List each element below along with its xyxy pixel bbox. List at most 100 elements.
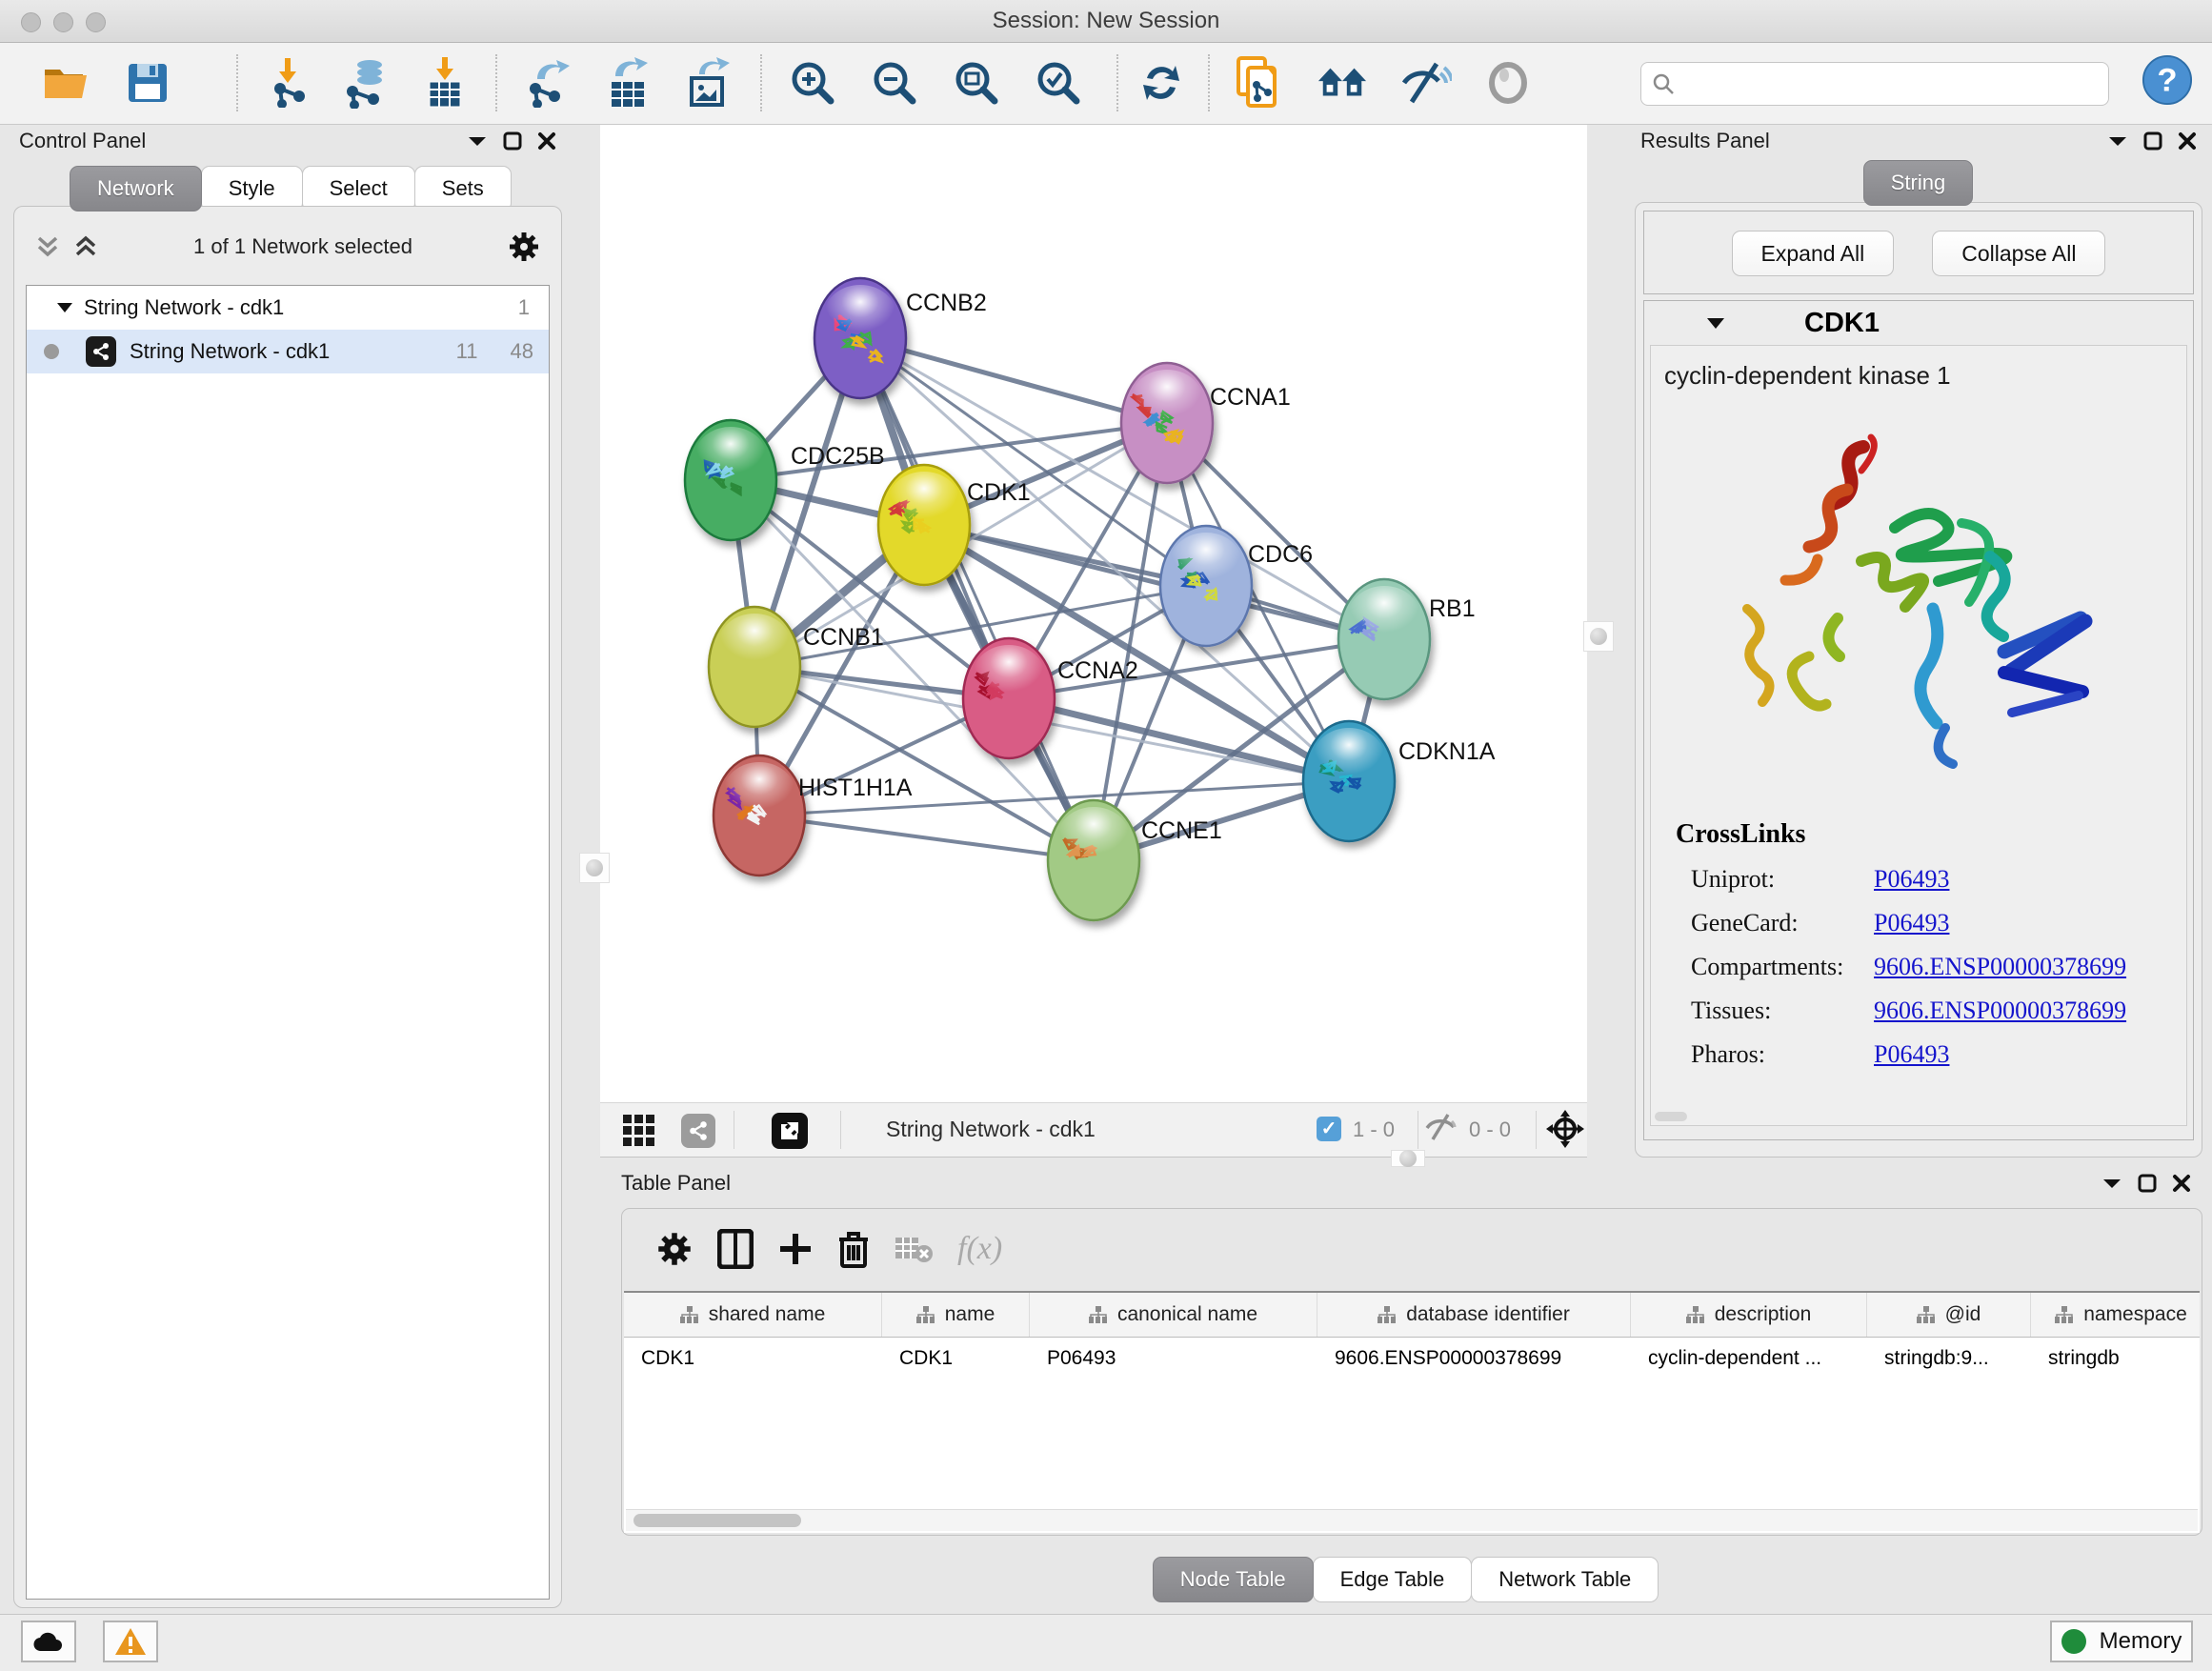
collapse-all-icon[interactable] xyxy=(35,234,60,259)
left-splitter-handle[interactable] xyxy=(579,853,610,883)
add-column-icon[interactable] xyxy=(778,1232,813,1266)
node-CCNB1[interactable] xyxy=(709,607,800,727)
table-cell[interactable]: CDK1 xyxy=(624,1338,882,1379)
tab-network[interactable]: Network xyxy=(70,166,202,211)
table-hscrollbar[interactable] xyxy=(626,1509,2198,1531)
close-panel-icon[interactable] xyxy=(2178,131,2197,151)
zoom-out-icon[interactable] xyxy=(869,57,920,109)
edge-CDK1-RB1[interactable] xyxy=(924,525,1384,639)
results-scrollbar-thumb[interactable] xyxy=(1655,1112,1687,1121)
column-header-description[interactable]: description xyxy=(1631,1293,1867,1337)
search-input[interactable] xyxy=(1676,71,2108,96)
network-options-gear-icon[interactable] xyxy=(508,231,540,263)
expand-all-button[interactable]: Expand All xyxy=(1732,231,1895,276)
collection-expand-icon[interactable] xyxy=(57,302,72,313)
column-header--id[interactable]: @id xyxy=(1867,1293,2031,1337)
edge-HIST1H1A-CCNE1[interactable] xyxy=(759,815,1094,860)
crosslink-link[interactable]: 9606.ENSP00000378699 xyxy=(1874,953,2126,981)
show-all-eye-icon[interactable] xyxy=(1482,57,1534,109)
crosslink-link[interactable]: P06493 xyxy=(1874,909,1949,937)
column-header-namespace[interactable]: namespace xyxy=(2031,1293,2200,1337)
table-cell[interactable]: cyclin-dependent ... xyxy=(1631,1338,1867,1379)
node-CDC25B[interactable] xyxy=(685,420,776,540)
hidden-eye-icon[interactable] xyxy=(1421,1107,1461,1147)
network-row[interactable]: String Network - cdk1 11 48 xyxy=(27,330,549,373)
column-header-name[interactable]: name xyxy=(882,1293,1030,1337)
node-CCNA2[interactable] xyxy=(963,638,1055,758)
tab-style[interactable]: Style xyxy=(201,166,303,211)
tab-edge-table[interactable]: Edge Table xyxy=(1313,1557,1473,1602)
gene-section-header[interactable]: CDK1 xyxy=(1644,301,2193,345)
table-row[interactable]: CDK1CDK1P064939606.ENSP00000378699cyclin… xyxy=(624,1338,2200,1379)
collapse-all-button[interactable]: Collapse All xyxy=(1932,231,2105,276)
tab-node-table[interactable]: Node Table xyxy=(1153,1557,1314,1602)
float-panel-icon[interactable] xyxy=(2138,1174,2157,1193)
network-badge-icon[interactable] xyxy=(673,1105,724,1157)
table-panel-title: Table Panel xyxy=(621,1171,731,1196)
node-RB1[interactable] xyxy=(1338,579,1430,699)
tab-network-table[interactable]: Network Table xyxy=(1471,1557,1659,1602)
section-collapse-icon[interactable] xyxy=(1707,317,1724,330)
help-icon[interactable]: ? xyxy=(2142,54,2193,106)
selected-nodes-checkbox[interactable]: ✓ xyxy=(1317,1117,1341,1141)
save-session-icon[interactable] xyxy=(122,57,173,109)
network-canvas[interactable]: CCNB2CCNA1CDC25BCDK1CDC6RB1CCNB1CCNA2CDK… xyxy=(600,125,1587,1102)
import-table-icon[interactable] xyxy=(419,57,471,109)
tab-string[interactable]: String xyxy=(1863,160,1973,206)
crosslink-link[interactable]: P06493 xyxy=(1874,865,1949,894)
open-in-window-icon[interactable] xyxy=(764,1105,815,1157)
zoom-fit-icon[interactable] xyxy=(951,57,1002,109)
zoom-in-icon[interactable] xyxy=(787,57,838,109)
expand-all-icon[interactable] xyxy=(73,234,98,259)
tab-sets[interactable]: Sets xyxy=(414,166,512,211)
table-options-gear-icon[interactable] xyxy=(656,1231,693,1267)
float-panel-icon[interactable] xyxy=(2143,131,2162,151)
float-panel-icon[interactable] xyxy=(503,131,522,151)
column-header-database-identifier[interactable]: database identifier xyxy=(1317,1293,1631,1337)
table-hscrollbar-thumb[interactable] xyxy=(633,1514,801,1527)
crosslink-link[interactable]: P06493 xyxy=(1874,1040,1949,1069)
crosslink-link[interactable]: 9606.ENSP00000378699 xyxy=(1874,997,2126,1025)
table-cell[interactable]: stringdb xyxy=(2031,1338,2200,1379)
right-splitter-handle[interactable] xyxy=(1583,621,1614,652)
grid-view-icon[interactable] xyxy=(613,1105,665,1157)
table-cell[interactable]: stringdb:9... xyxy=(1867,1338,2031,1379)
panel-menu-icon[interactable] xyxy=(467,134,488,148)
column-header-shared-name[interactable]: shared name xyxy=(624,1293,882,1337)
close-panel-icon[interactable] xyxy=(537,131,556,151)
table-cell[interactable]: 9606.ENSP00000378699 xyxy=(1317,1338,1631,1379)
delete-column-icon[interactable] xyxy=(837,1230,870,1268)
node-HIST1H1A[interactable] xyxy=(714,755,805,876)
node-CCNE1[interactable] xyxy=(1048,800,1139,920)
hide-selected-eye-icon[interactable] xyxy=(1400,57,1452,109)
import-database-icon[interactable] xyxy=(341,57,392,109)
panel-menu-icon[interactable] xyxy=(2107,134,2128,148)
show-columns-icon[interactable] xyxy=(717,1229,754,1269)
open-session-icon[interactable] xyxy=(40,57,91,109)
home-icon[interactable] xyxy=(1317,57,1368,109)
column-header-canonical-name[interactable]: canonical name xyxy=(1030,1293,1317,1337)
warning-status-button[interactable] xyxy=(103,1621,158,1662)
export-table-icon[interactable] xyxy=(602,57,654,109)
node-CCNA1[interactable] xyxy=(1121,363,1213,483)
clone-network-icon[interactable] xyxy=(1233,57,1284,109)
table-cell[interactable]: P06493 xyxy=(1030,1338,1317,1379)
export-network-icon[interactable] xyxy=(522,57,573,109)
node-CDKN1A[interactable] xyxy=(1303,721,1395,841)
close-panel-icon[interactable] xyxy=(2172,1174,2191,1193)
table-cell[interactable]: CDK1 xyxy=(882,1338,1030,1379)
node-CDC6[interactable] xyxy=(1160,526,1252,646)
node-CCNB2[interactable] xyxy=(814,278,906,398)
fit-content-crosshair-icon[interactable] xyxy=(1543,1107,1587,1151)
search-field[interactable] xyxy=(1640,62,2109,106)
node-CDK1[interactable] xyxy=(878,465,970,585)
tab-select[interactable]: Select xyxy=(302,166,415,211)
import-network-icon[interactable] xyxy=(265,57,316,109)
memory-button[interactable]: Memory xyxy=(2050,1621,2193,1662)
cloud-status-button[interactable] xyxy=(21,1621,76,1662)
panel-menu-icon[interactable] xyxy=(2101,1177,2122,1190)
zoom-selected-icon[interactable] xyxy=(1033,57,1084,109)
refresh-icon[interactable] xyxy=(1136,57,1187,109)
network-collection-row[interactable]: String Network - cdk1 1 xyxy=(27,286,549,330)
export-image-icon[interactable] xyxy=(684,57,735,109)
